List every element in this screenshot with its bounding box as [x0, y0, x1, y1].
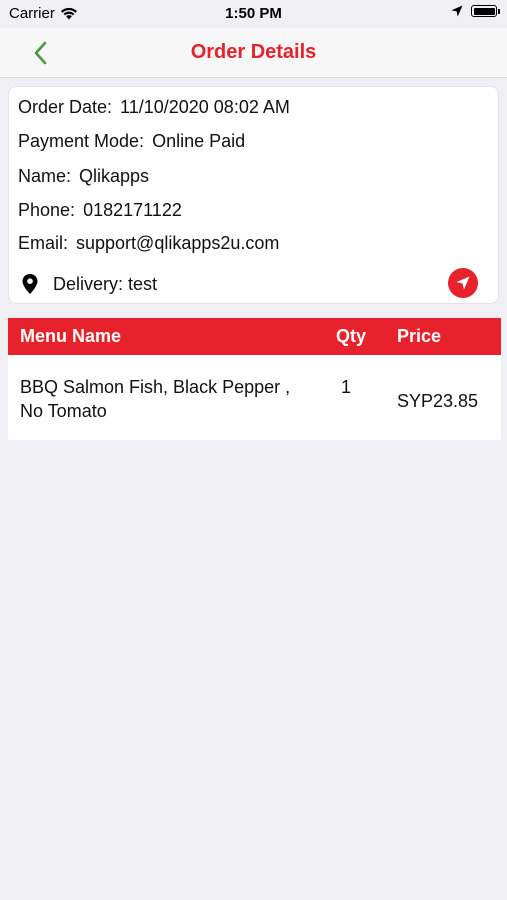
payment-mode-row: Payment Mode: Online Paid: [18, 131, 245, 152]
phone-row: Phone: 0182171122: [18, 200, 182, 221]
email-value: support@qlikapps2u.com: [76, 233, 280, 253]
item-menu-name-line1: BBQ Salmon Fish, Black Pepper ,: [20, 377, 291, 397]
page-title: Order Details: [190, 41, 317, 63]
item-menu-name: BBQ Salmon Fish, Black Pepper , No Tomat…: [20, 375, 290, 423]
battery-icon: [471, 5, 500, 17]
name-label: Name:: [18, 166, 72, 186]
name-value: Qlikapps: [79, 166, 150, 186]
item-qty: 1: [341, 377, 352, 397]
payment-mode-label: Payment Mode:: [18, 131, 145, 151]
delivery-text: Delivery: test: [53, 273, 158, 294]
status-time: 1:50 PM: [225, 5, 282, 22]
phone-value: 0182171122: [83, 200, 182, 220]
item-price: SYP23.85: [397, 391, 479, 411]
navigation-bar: Order Details: [0, 28, 507, 78]
email-row: Email: support@qlikapps2u.com: [18, 233, 279, 254]
navigation-arrow-icon: [456, 276, 470, 290]
email-label: Email:: [18, 233, 69, 253]
delivery-row: Delivery: test: [21, 273, 157, 295]
status-right-group: [451, 5, 500, 17]
header-qty: Qty: [336, 326, 367, 346]
location-arrow-icon: [451, 5, 463, 17]
order-date-row: Order Date: 11/10/2020 08:02 AM: [18, 97, 290, 118]
table-row: BBQ Salmon Fish, Black Pepper , No Tomat…: [8, 355, 501, 440]
name-row: Name: Qlikapps: [18, 166, 149, 187]
order-date-label: Order Date:: [18, 97, 113, 117]
order-info-card: Order Date: 11/10/2020 08:02 AM Payment M…: [8, 86, 499, 304]
location-pin-icon: [22, 274, 38, 294]
status-bar: Carrier 1:50 PM: [0, 0, 507, 28]
payment-mode-value: Online Paid: [152, 131, 246, 151]
item-menu-name-line2: No Tomato: [20, 401, 107, 421]
items-table-header: Menu Name Qty Price: [8, 318, 501, 355]
order-date-value: 11/10/2020 08:02 AM: [120, 97, 290, 117]
header-menu-name: Menu Name: [20, 326, 122, 346]
phone-label: Phone:: [18, 200, 76, 220]
navigate-button[interactable]: [448, 268, 478, 298]
header-price: Price: [397, 326, 442, 346]
